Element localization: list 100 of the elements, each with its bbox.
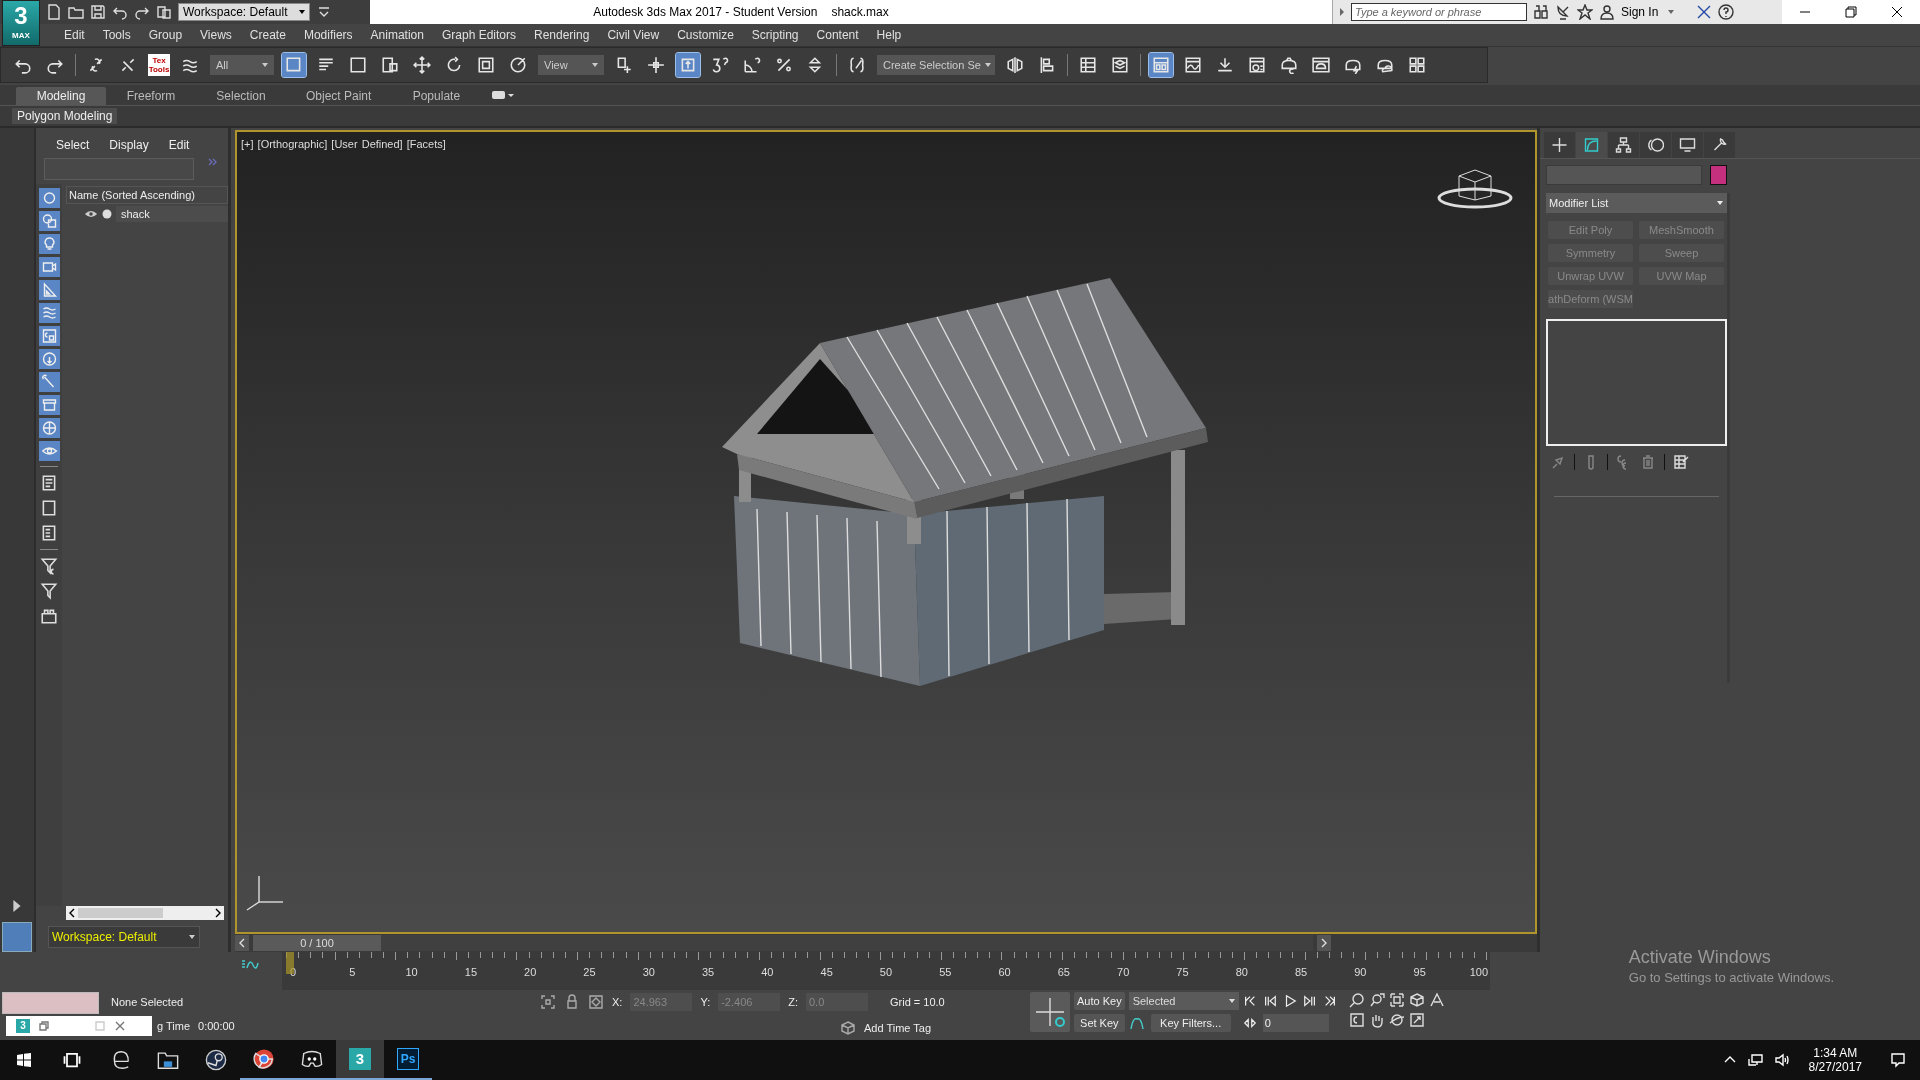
notification-icon[interactable] [1890,1052,1906,1068]
clock[interactable]: 1:34 AM 8/27/2017 [1808,1046,1862,1074]
viewport[interactable]: [+] [Orthographic] [User Defined] [Facets] [235,130,1537,934]
key-mode-toggle-icon[interactable] [1242,1016,1257,1030]
ribbon-options-icon[interactable] [491,89,516,101]
workspace-dropdown[interactable]: Workspace: Default [178,3,310,21]
satellite-dish-icon[interactable] [1555,4,1571,20]
menu-item[interactable]: Animation [362,28,434,42]
time-slider-track[interactable]: 0 / 100 [253,935,1313,951]
ribbon-panel-tab[interactable]: Polygon Modeling [12,108,118,124]
set-key-plus-icon[interactable] [1030,992,1070,1032]
hierarchy-icon[interactable] [1608,132,1639,158]
menu-item[interactable]: Modifiers [295,28,363,42]
menu-item[interactable]: Graph Editors [433,28,526,42]
viewport-label[interactable]: [+] [Orthographic] [User Defined] [Facets] [241,138,446,150]
project-folder-icon[interactable] [156,4,172,20]
particle-filter-icon[interactable] [38,418,60,438]
menu-item[interactable]: Customize [669,28,744,42]
filter-gear-icon[interactable] [40,557,58,575]
bulb-filter-icon[interactable] [38,234,60,254]
sphere-filter-icon[interactable] [38,188,60,208]
set-square-filter-icon[interactable] [38,280,60,300]
key-filters-button[interactable]: Key Filters... [1150,1014,1231,1032]
current-frame-field[interactable]: 0 [1262,1014,1329,1032]
expand-arrow-icon[interactable] [1339,8,1345,16]
star-icon[interactable] [1577,4,1593,20]
taskbar-app[interactable]: Ps [384,1040,432,1080]
modify-curve-icon[interactable] [1576,132,1607,158]
explorer-menu-item[interactable]: Select [56,138,90,152]
ribbon-tab[interactable]: Selection [196,87,286,105]
field-of-view-icon[interactable] [1428,992,1445,1008]
close-icon[interactable] [114,1020,126,1032]
binoculars-icon[interactable] [1533,4,1549,20]
wrench-icon[interactable] [1704,132,1735,158]
open-folder-icon[interactable] [68,4,84,20]
isolate-selection-icon[interactable] [540,994,556,1010]
zoom-extents-icon[interactable] [1388,992,1405,1008]
sign-in-menu[interactable]: Sign In [1621,5,1659,19]
object-name-field[interactable] [1546,165,1702,185]
pin-icon[interactable] [1550,454,1566,470]
document-icon[interactable] [40,524,58,542]
network-icon[interactable] [1747,1052,1764,1068]
maxscript-listener-field[interactable] [2,992,99,1014]
new-file-icon[interactable] [46,4,62,20]
ribbon-tab[interactable]: Modeling [16,87,106,105]
ribbon-tab[interactable]: Freeform [106,87,196,105]
scene-object-item[interactable]: shack [116,206,228,222]
select-object-icon[interactable] [282,53,306,77]
previous-frame-button[interactable] [235,935,249,951]
set-key-button[interactable]: Set Key [1074,1014,1125,1032]
keyboard-shortcut-icon[interactable] [676,53,700,77]
explorer-menu-item[interactable]: Display [109,138,149,152]
speaker-icon[interactable] [1773,1052,1790,1068]
previous-frame-icon[interactable] [1262,994,1277,1008]
create-plus-icon[interactable] [1544,132,1575,158]
menu-item[interactable]: Group [140,28,193,42]
workspace-dropdown[interactable]: Workspace: Default [48,926,200,948]
ribbon-tab[interactable]: Object Paint [286,87,392,105]
trash-icon[interactable] [1640,454,1656,470]
exchange-x-icon[interactable] [1696,4,1713,20]
eye-filter-icon[interactable] [38,441,60,461]
horizontal-scrollbar[interactable] [66,906,224,920]
ribbon-tab[interactable]: Populate [391,87,482,105]
group-filter-icon[interactable] [38,326,60,346]
menu-item[interactable]: Help [868,28,912,42]
layout-tile[interactable] [2,922,32,952]
maximize-viewport-icon[interactable] [1408,1012,1425,1028]
menu-item[interactable]: Edit [56,28,95,42]
menu-item[interactable]: Tools [94,28,141,42]
time-slider-thumb[interactable]: 0 / 100 [253,935,381,951]
zoom-all-icon[interactable] [1368,992,1385,1008]
auto-key-button[interactable]: Auto Key [1074,992,1125,1010]
expand-arrow-icon[interactable] [12,900,22,912]
explorer-menu-item[interactable]: Edit [168,138,190,152]
next-frame-button[interactable] [1317,935,1331,951]
add-time-tag-button[interactable]: Add Time Tag [864,1022,932,1034]
search-field[interactable]: Type a keyword or phrase [1351,3,1527,21]
bone-filter-icon[interactable] [38,372,60,392]
menu-item[interactable]: Create [241,28,296,42]
app-logo[interactable]: 3 MAX [2,0,40,46]
square-icon[interactable] [40,499,58,517]
menu-item[interactable]: Scripting [743,28,809,42]
lego-brick-icon[interactable] [40,607,58,625]
orbit-icon[interactable] [1388,1012,1405,1028]
ribbon-toggle-icon[interactable] [1149,53,1173,77]
shapes-filter-icon[interactable] [38,211,60,231]
object-color-swatch[interactable] [1710,165,1727,185]
selection-filter-dropdown[interactable]: All [210,55,274,75]
lock-icon[interactable] [564,994,580,1010]
configure-icon[interactable] [1673,454,1689,470]
motion-circles-icon[interactable] [1640,132,1671,158]
modifier-list-dropdown[interactable]: Modifier List [1546,193,1727,213]
menu-item[interactable]: Rendering [526,28,600,42]
modifier-stack-list[interactable] [1546,319,1727,446]
reference-coordinate-dropdown[interactable]: View [538,55,604,75]
zoom-icon[interactable] [1348,992,1365,1008]
cube-extents-icon[interactable] [1408,992,1425,1008]
explorer-search-field[interactable] [44,158,194,180]
menu-item[interactable]: Views [192,28,242,42]
restore-icon[interactable] [38,1020,50,1032]
